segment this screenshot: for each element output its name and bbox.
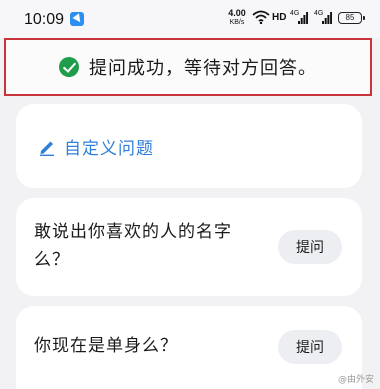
ask-button[interactable]: 提问 [278, 330, 342, 364]
toast-message: 提问成功，等待对方回答。 [89, 58, 317, 79]
signal-1-icon: 4G [290, 10, 310, 26]
battery-icon: 85 [338, 12, 365, 24]
status-bar: 10:09 4.00 KB/s HD 4G 4G 85 [0, 0, 380, 38]
screen: 10:09 4.00 KB/s HD 4G 4G 85 提问成功，等待对方回答。… [0, 0, 380, 389]
question-text: 敢说出你喜欢的人的名字么？ [34, 222, 232, 270]
hd-label: HD [272, 12, 287, 23]
pencil-icon [40, 141, 54, 156]
signal-2-icon: 4G [314, 10, 334, 26]
watermark: @由外安 [338, 372, 374, 385]
custom-question-row[interactable]: 自定义问题 [38, 134, 154, 159]
status-time: 10:09 [24, 11, 65, 28]
watermark-text: @由外安 [337, 375, 374, 385]
wifi-icon [252, 10, 270, 24]
custom-question-label[interactable]: 自定义问题 [64, 134, 154, 159]
question-card: 敢说出你喜欢的人的名字么？ 提问 [16, 198, 362, 296]
check-circle-icon [59, 57, 79, 77]
network-speed: 4.00 KB/s [226, 9, 248, 27]
custom-question-card[interactable]: 自定义问题 [16, 104, 362, 188]
ask-button[interactable]: 提问 [278, 230, 342, 264]
network-speed-unit: KB/s [229, 19, 245, 26]
toast-highlight-box: 提问成功，等待对方回答。 [4, 38, 372, 96]
question-text: 你现在是单身么？ [34, 336, 178, 356]
success-toast: 提问成功，等待对方回答。 [6, 40, 370, 94]
network-speed-value: 4.00 [228, 8, 246, 18]
app-notification-icon [70, 12, 84, 26]
question-card: 你现在是单身么？ 提问 [16, 306, 362, 389]
